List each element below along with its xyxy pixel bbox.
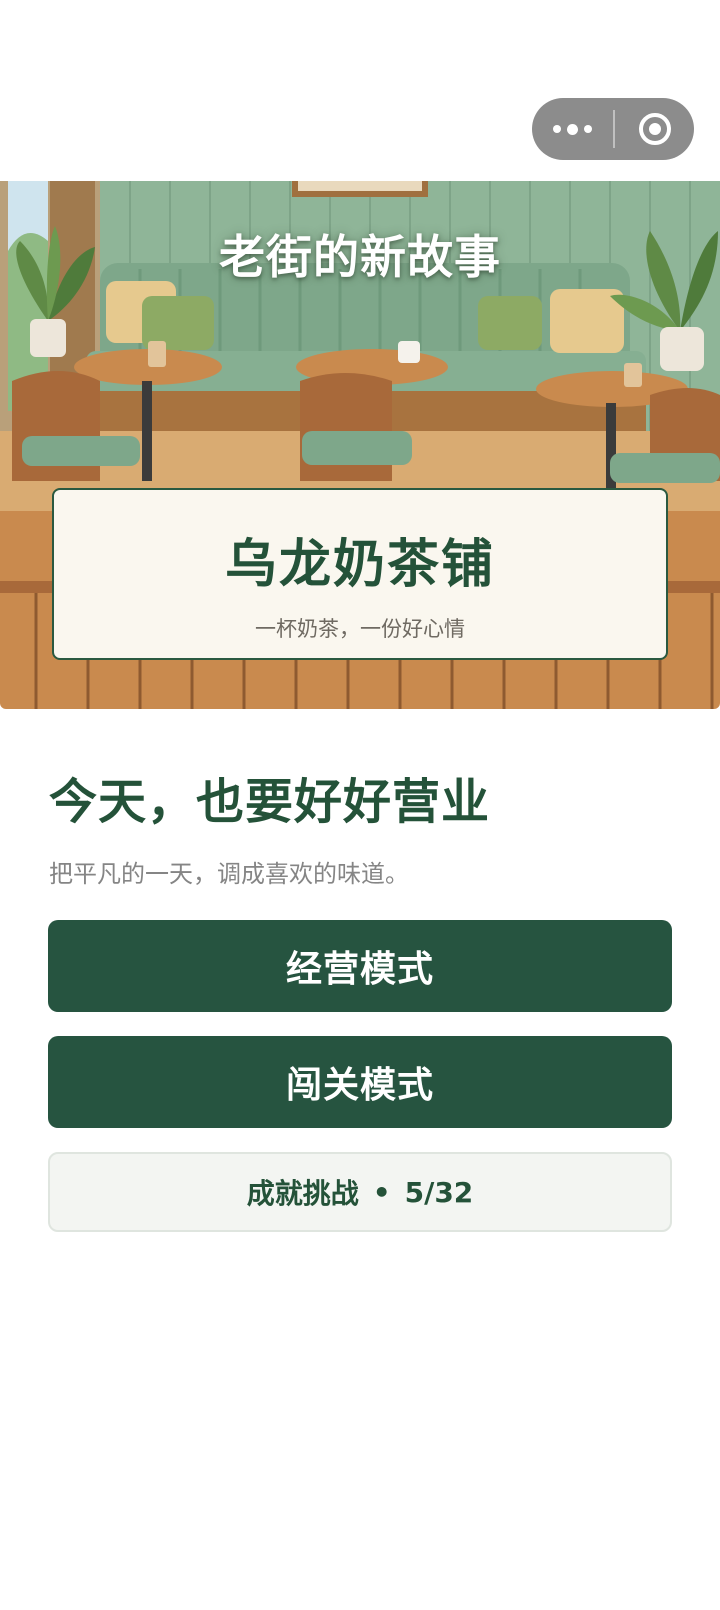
achievement-progress: 5/32 — [404, 1175, 474, 1209]
shop-name: 乌龙奶茶铺 — [224, 535, 495, 595]
level-mode-button[interactable]: 闯关模式 — [48, 1036, 672, 1128]
achievement-label: 成就挑战 — [246, 1177, 359, 1210]
shop-slogan: 一杯奶茶，一份好心情 — [255, 617, 465, 641]
management-mode-button[interactable]: 经营模式 — [48, 920, 672, 1012]
achievement-challenge-button[interactable]: 成就挑战 • 5/32 — [48, 1152, 672, 1232]
hero-banner: 老街的新故事 乌龙奶茶铺 一杯奶茶，一份好心情 — [0, 181, 720, 709]
target-circle-icon[interactable] — [615, 98, 694, 160]
mini-program-capsule — [532, 98, 694, 160]
more-dots-icon[interactable] — [532, 98, 613, 160]
separator-dot: • — [372, 1175, 391, 1209]
shop-signboard: 乌龙奶茶铺 一杯奶茶，一份好心情 — [52, 488, 668, 660]
page-subtitle: 把平凡的一天，调成喜欢的味道。 — [49, 860, 409, 888]
hero-title: 老街的新故事 — [219, 230, 501, 284]
page-headline: 今天，也要好好营业 — [49, 774, 491, 830]
